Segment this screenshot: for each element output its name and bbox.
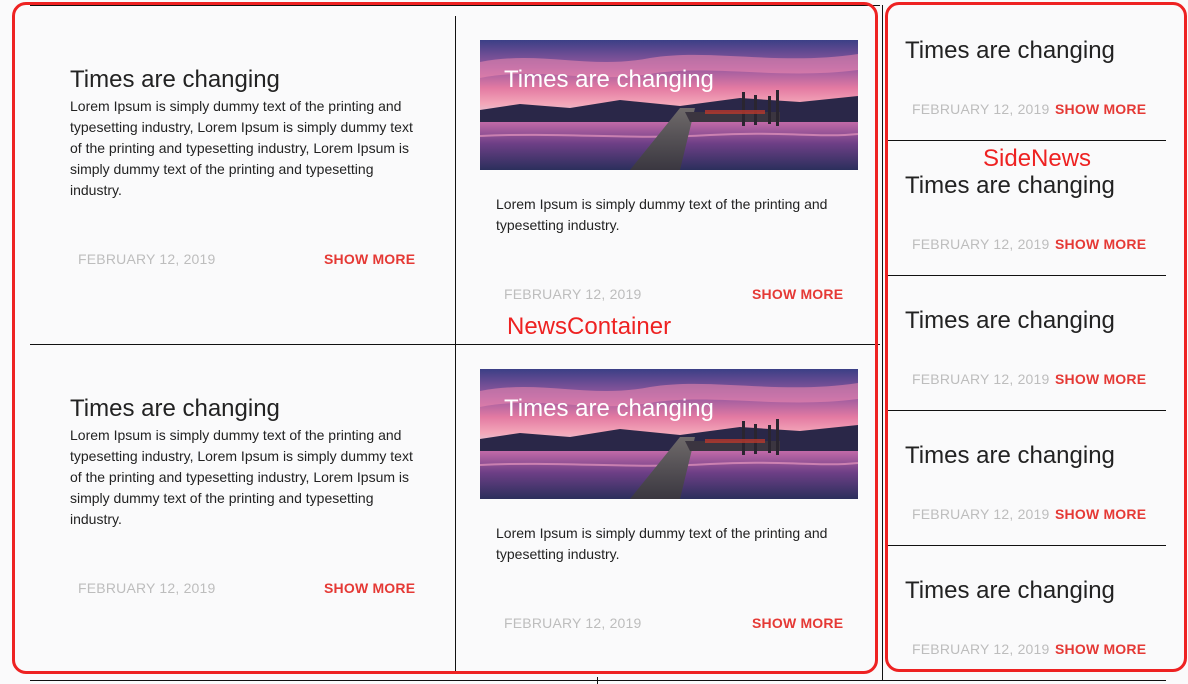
bottom-tick bbox=[597, 677, 598, 684]
news-container-outline bbox=[12, 2, 878, 674]
news-container-label: NewsContainer bbox=[507, 313, 672, 340]
side-news-label: SideNews bbox=[983, 145, 1092, 172]
sidebar-divider bbox=[882, 5, 883, 681]
side-news-outline bbox=[885, 2, 1187, 672]
bottom-border bbox=[30, 680, 1166, 681]
news-page: Times are changing Lorem Ipsum is simply… bbox=[0, 0, 1188, 684]
